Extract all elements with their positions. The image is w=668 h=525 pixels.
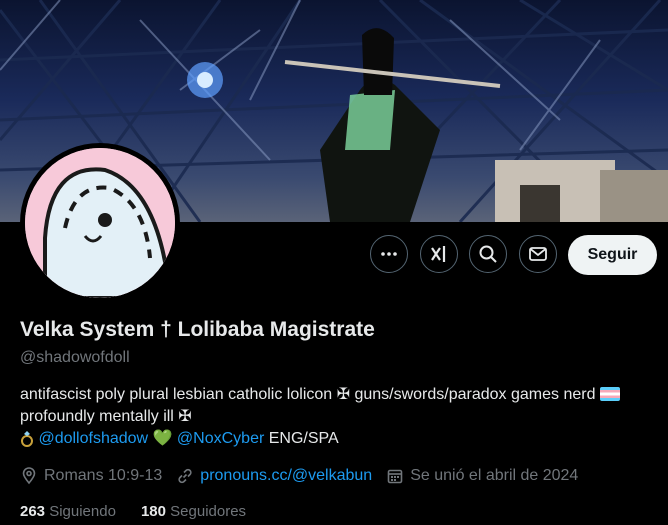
calendar-icon (387, 469, 403, 484)
followers-link[interactable]: 180 Seguidores (141, 503, 246, 520)
bio-line-1: antifascist poly plural lesbian catholic… (20, 386, 596, 403)
followers-label: Seguidores (170, 503, 247, 520)
following-count: 263 (20, 503, 46, 520)
ring-icon (21, 430, 33, 447)
link-icon (178, 468, 192, 484)
location-item: Romans 10:9-13 (20, 467, 162, 485)
avatar[interactable] (20, 143, 180, 303)
location-pin-icon (22, 467, 36, 485)
trans-flag-icon (599, 387, 620, 401)
avatar-image (25, 148, 175, 298)
display-name: Velka System † Lolibaba Magistrate (20, 318, 375, 341)
grok-icon (431, 246, 446, 262)
mention-link-noxcyber[interactable]: @NoxCyber (177, 430, 264, 447)
user-handle: @shadowofdoll (20, 349, 130, 366)
more-dots-icon (381, 252, 397, 256)
joined-text: Se unió el abril de 2024 (410, 467, 579, 484)
website-link[interactable]: pronouns.cc/@velkabun (200, 467, 372, 485)
mention-link-dollofshadow[interactable]: @dollofshadow (38, 430, 148, 447)
following-link[interactable]: 263 Siguiendo (20, 503, 120, 520)
follow-stats: 263 Siguiendo 180 Seguidores (20, 503, 246, 520)
followers-count: 180 (140, 503, 166, 520)
bio-line-2: profoundly mentally ill ✠ (20, 408, 192, 425)
website-item: pronouns.cc/@velkabun (176, 467, 372, 485)
bio: antifascist poly plural lesbian catholic… (20, 384, 660, 450)
location-text: Romans 10:9-13 (44, 467, 163, 484)
bio-languages: ENG/SPA (268, 430, 339, 447)
search-icon (479, 245, 497, 263)
more-button[interactable] (370, 235, 408, 273)
profile-meta: Romans 10:9-13 pronouns.cc/@velkabun Se … (20, 465, 592, 487)
grok-button[interactable] (420, 235, 458, 273)
follow-button[interactable]: Seguir (568, 235, 657, 275)
message-icon (529, 247, 547, 261)
message-button[interactable] (519, 235, 557, 273)
search-button[interactable] (469, 235, 507, 273)
following-label: Siguiendo (49, 503, 116, 520)
ghost-icon (25, 148, 175, 298)
joined-item: Se unió el abril de 2024 (386, 467, 578, 485)
green-heart-icon: 💚 (152, 430, 173, 447)
